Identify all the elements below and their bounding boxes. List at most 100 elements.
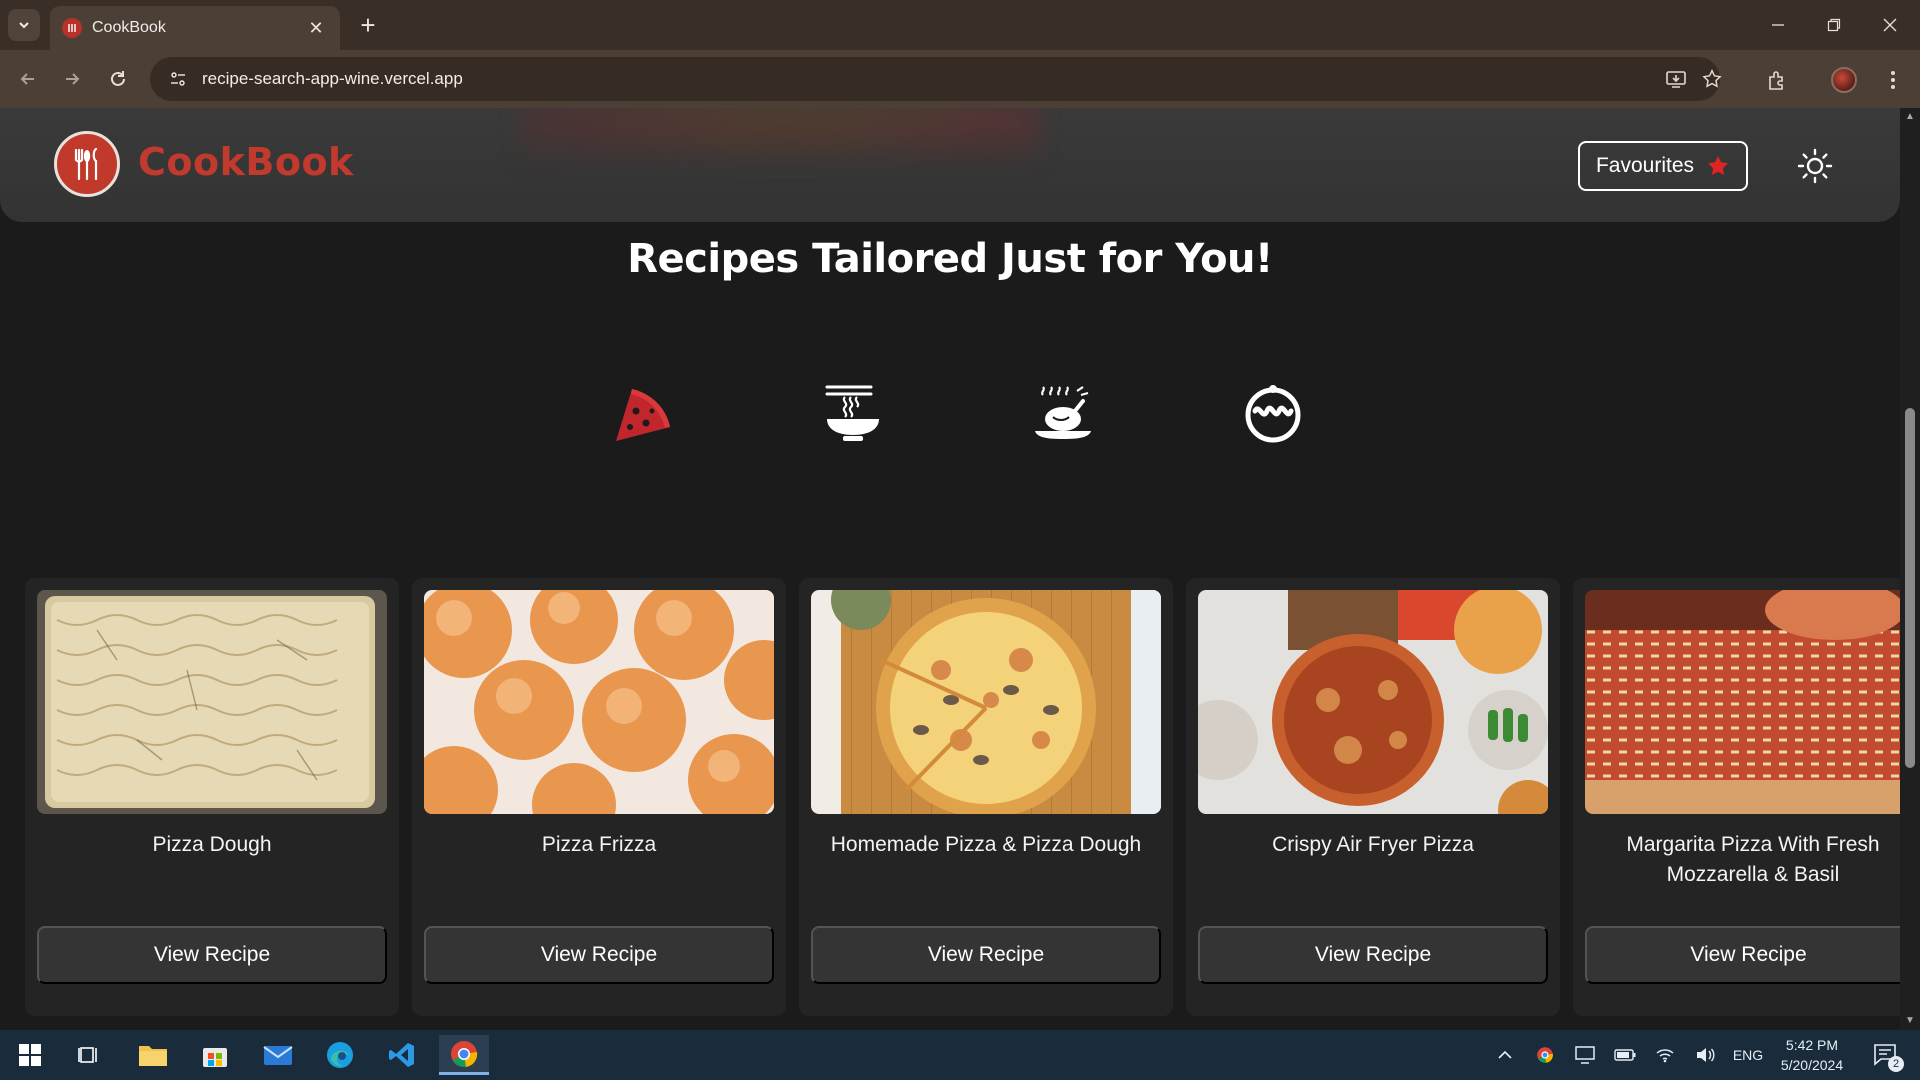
recipe-image[interactable] (424, 590, 774, 814)
view-recipe-button[interactable]: View Recipe (424, 926, 774, 984)
microsoft-store-button[interactable] (190, 1035, 240, 1075)
recipe-title: Margarita Pizza With Fresh Mozzarella & … (1626, 833, 1880, 886)
volume-icon[interactable] (1690, 1030, 1720, 1080)
address-bar[interactable]: recipe-search-app-wine.vercel.app (150, 57, 1722, 101)
recipe-image[interactable] (1198, 590, 1548, 814)
view-recipe-button[interactable]: View Recipe (1585, 926, 1912, 984)
back-button[interactable] (12, 63, 44, 95)
wifi-icon[interactable] (1650, 1030, 1680, 1080)
browser-tab-cookbook[interactable]: CookBook ✕ (50, 6, 340, 50)
scrollbar-thumb[interactable] (1905, 408, 1915, 768)
recipe-image[interactable] (37, 590, 387, 814)
close-icon (1883, 18, 1897, 32)
profile-avatar[interactable] (1827, 63, 1861, 97)
page-scrollbar[interactable]: ▲ ▼ (1900, 108, 1920, 1030)
recipe-title: Pizza Dough (152, 833, 272, 856)
noodle-bowl-icon (825, 385, 879, 441)
roast-chicken-icon (1035, 386, 1091, 439)
recipe-card: Homemade Pizza & Pizza Dough View Recipe (799, 578, 1173, 1016)
scroll-down-icon[interactable]: ▼ (1900, 1012, 1920, 1030)
minimize-window-button[interactable] (1750, 0, 1806, 50)
start-button[interactable] (5, 1035, 55, 1075)
star-icon (1708, 156, 1728, 175)
extensions-icon[interactable] (1760, 63, 1794, 97)
arrow-right-icon (66, 73, 80, 85)
chrome-icon (451, 1040, 478, 1067)
clock-time: 5:42 PM (1785, 1037, 1839, 1053)
new-tab-button[interactable]: + (352, 9, 384, 41)
url-text: recipe-search-app-wine.vercel.app (202, 69, 463, 88)
recipe-image[interactable] (811, 590, 1161, 814)
minimize-icon (1772, 24, 1784, 26)
browser-menu-icon[interactable] (1876, 63, 1910, 97)
header-background-glow (520, 108, 1040, 178)
category-pizza[interactable] (609, 378, 679, 448)
arrow-left-icon (20, 73, 34, 85)
scroll-up-icon[interactable]: ▲ (1900, 108, 1920, 126)
reload-button[interactable] (102, 63, 134, 95)
file-explorer-button[interactable] (128, 1035, 178, 1075)
browser-tab-bar: CookBook ✕ + (0, 0, 1920, 50)
close-tab-icon[interactable]: ✕ (304, 18, 328, 39)
task-view-icon (78, 1047, 97, 1063)
category-chicken[interactable] (1028, 378, 1098, 448)
tab-search-button[interactable] (8, 9, 40, 41)
notification-count-badge: 2 (1888, 1056, 1904, 1072)
cookbook-logo-icon[interactable] (54, 131, 120, 197)
logo-text[interactable]: CookBook (138, 140, 354, 184)
recipe-card: Crispy Air Fryer Pizza View Recipe (1186, 578, 1560, 1016)
task-view-button[interactable] (64, 1035, 114, 1075)
install-app-icon[interactable] (1656, 57, 1696, 101)
edge-browser-button[interactable] (315, 1035, 365, 1075)
reload-icon (111, 71, 125, 86)
notifications-button[interactable]: 2 (1866, 1030, 1906, 1080)
site-info-icon[interactable] (164, 65, 192, 93)
show-hidden-icons-button[interactable] (1490, 1030, 1520, 1080)
view-recipe-button[interactable]: View Recipe (37, 926, 387, 984)
recipe-title: Crispy Air Fryer Pizza (1272, 833, 1474, 856)
view-recipe-button[interactable]: View Recipe (811, 926, 1161, 984)
recipe-card: Pizza Dough View Recipe (25, 578, 399, 1016)
language-indicator[interactable]: ENG (1728, 1030, 1768, 1080)
mail-icon (263, 1046, 293, 1065)
recipe-title: Pizza Frizza (541, 833, 657, 856)
tray-chrome-icon[interactable] (1530, 1030, 1560, 1080)
close-window-button[interactable] (1862, 0, 1918, 50)
chevron-up-icon (1498, 1050, 1512, 1059)
page-title: Recipes Tailored Just for You! (627, 236, 1273, 282)
restore-icon (1827, 18, 1841, 32)
recipe-title: Homemade Pizza & Pizza Dough (830, 833, 1142, 856)
vscode-button[interactable] (377, 1035, 427, 1075)
favourites-label: Favourites (1595, 154, 1695, 177)
category-dessert[interactable] (1238, 378, 1308, 448)
folder-icon (139, 1046, 167, 1066)
cookbook-favicon-icon (62, 18, 82, 38)
chevron-down-icon (19, 22, 29, 29)
pizza-icon (616, 389, 670, 441)
forward-button[interactable] (56, 63, 88, 95)
tab-title: CookBook (92, 19, 166, 36)
clock[interactable]: 5:42 PM 5/20/2024 (1772, 1030, 1852, 1080)
windows-taskbar: ENG 5:42 PM 5/20/2024 2 (0, 1030, 1920, 1080)
tray-display-icon[interactable] (1570, 1030, 1600, 1080)
page-viewport: CookBook Favourites Recipes Tailored Jus… (0, 108, 1920, 1030)
browser-toolbar: recipe-search-app-wine.vercel.app (0, 50, 1920, 108)
site-header: CookBook Favourites (0, 108, 1900, 222)
recipe-image[interactable] (1585, 590, 1912, 814)
category-noodles[interactable] (818, 378, 888, 448)
bookmark-star-icon[interactable] (1692, 57, 1732, 101)
recipe-card: Pizza Frizza View Recipe (412, 578, 786, 1016)
clock-date: 5/20/2024 (1780, 1057, 1844, 1073)
edge-icon (327, 1042, 353, 1068)
view-recipe-button[interactable]: View Recipe (1198, 926, 1548, 984)
windows-logo-icon (19, 1044, 41, 1066)
chrome-button[interactable] (439, 1035, 489, 1075)
favourites-button[interactable]: Favourites (1578, 141, 1748, 191)
dessert-icon (1245, 385, 1301, 443)
restore-window-button[interactable] (1806, 0, 1862, 50)
theme-toggle-button[interactable] (1793, 144, 1837, 188)
mail-button[interactable] (253, 1035, 303, 1075)
sun-icon (1797, 148, 1833, 184)
battery-icon[interactable] (1610, 1030, 1640, 1080)
avatar (1831, 67, 1857, 93)
